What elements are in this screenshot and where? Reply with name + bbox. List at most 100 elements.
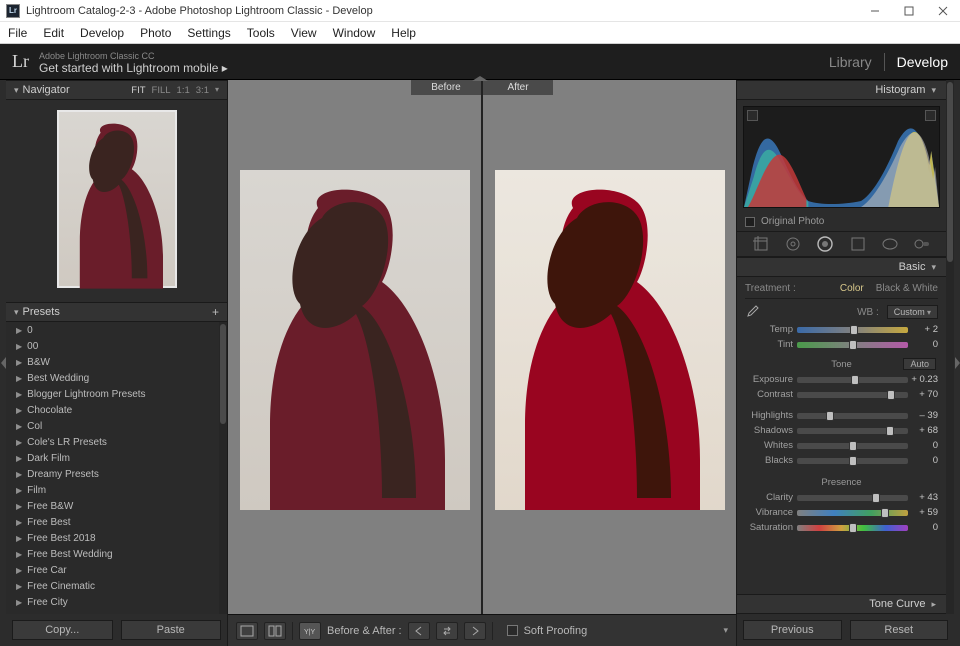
close-button[interactable] — [926, 0, 960, 22]
top-panel-toggle[interactable] — [472, 76, 488, 81]
whites-value[interactable]: 0 — [908, 440, 938, 451]
preset-folder[interactable]: ▶Free Best Wedding — [6, 546, 219, 562]
whites-track[interactable] — [797, 443, 908, 449]
presets-add-icon[interactable]: + — [212, 305, 219, 319]
whites-thumb[interactable] — [849, 441, 857, 451]
navigator-preview[interactable] — [6, 100, 227, 302]
temp-track[interactable] — [797, 327, 908, 333]
highlights-track[interactable] — [797, 413, 908, 419]
preset-folder[interactable]: ▶Cole's LR Presets — [6, 434, 219, 450]
navigator-header[interactable]: ▾ Navigator FIT FILL 1:1 3:1 ▾ — [6, 80, 227, 100]
blacks-thumb[interactable] — [849, 456, 857, 466]
temp-slider[interactable]: Temp+ 2 — [745, 322, 938, 337]
preset-folder[interactable]: ▶Free Best — [6, 514, 219, 530]
original-photo-checkbox[interactable] — [745, 217, 755, 227]
preset-folder[interactable]: ▶Free B&W — [6, 498, 219, 514]
preset-folder[interactable]: ▶Film — [6, 482, 219, 498]
nav-3to1[interactable]: 3:1 — [196, 85, 209, 96]
clarity-slider[interactable]: Clarity+ 43 — [745, 490, 938, 505]
wb-dropper-icon[interactable] — [745, 305, 759, 319]
menu-settings[interactable]: Settings — [179, 22, 238, 43]
contrast-thumb[interactable] — [887, 390, 895, 400]
whites-slider[interactable]: Whites0 — [745, 438, 938, 453]
shadows-value[interactable]: + 68 — [908, 425, 938, 436]
exposure-value[interactable]: + 0.23 — [908, 374, 938, 385]
treatment-bw[interactable]: Black & White — [876, 283, 938, 294]
preset-folder[interactable]: ▶Best Wedding — [6, 370, 219, 386]
module-develop[interactable]: Develop — [885, 54, 960, 70]
menu-window[interactable]: Window — [325, 22, 384, 43]
preset-folder[interactable]: ▶Free City — [6, 594, 219, 610]
highlights-thumb[interactable] — [826, 411, 834, 421]
redeye-tool[interactable] — [815, 234, 835, 254]
nav-fit[interactable]: FIT — [131, 85, 145, 96]
preset-folder[interactable]: ▶Free Cinematic — [6, 578, 219, 594]
saturation-thumb[interactable] — [849, 523, 857, 533]
crop-tool[interactable] — [751, 234, 771, 254]
menu-view[interactable]: View — [283, 22, 325, 43]
wb-dropdown[interactable]: Custom — [887, 305, 938, 319]
contrast-slider[interactable]: Contrast+ 70 — [745, 387, 938, 402]
tonecurve-header[interactable]: Tone Curve ▸ — [737, 594, 946, 614]
highlights-value[interactable]: – 39 — [908, 410, 938, 421]
preset-folder[interactable]: ▶Blogger Lightroom Presets — [6, 386, 219, 402]
clarity-track[interactable] — [797, 495, 908, 501]
presets-scrollbar[interactable] — [219, 322, 227, 614]
paste-button[interactable]: Paste — [121, 620, 222, 640]
vibrance-track[interactable] — [797, 510, 908, 516]
auto-tone-button[interactable]: Auto — [903, 358, 936, 370]
clarity-thumb[interactable] — [872, 493, 880, 503]
soft-proof-checkbox[interactable] — [507, 625, 518, 636]
tint-value[interactable]: 0 — [908, 339, 938, 350]
menu-tools[interactable]: Tools — [239, 22, 283, 43]
shadows-track[interactable] — [797, 428, 908, 434]
histogram-header[interactable]: Histogram ▾ — [737, 80, 946, 100]
menu-develop[interactable]: Develop — [72, 22, 132, 43]
image-viewer[interactable]: Before After — [228, 80, 736, 614]
vibrance-value[interactable]: + 59 — [908, 507, 938, 518]
preset-folder[interactable]: ▶Col — [6, 418, 219, 434]
preset-folder[interactable]: ▶Dreamy Presets — [6, 466, 219, 482]
highlights-slider[interactable]: Highlights– 39 — [745, 408, 938, 423]
preset-folder[interactable]: ▶B&W — [6, 354, 219, 370]
exposure-track[interactable] — [797, 377, 908, 383]
contrast-track[interactable] — [797, 392, 908, 398]
highlight-clipping-icon[interactable] — [925, 110, 936, 121]
histogram[interactable] — [743, 106, 940, 208]
shadow-clipping-icon[interactable] — [747, 110, 758, 121]
saturation-track[interactable] — [797, 525, 908, 531]
menu-file[interactable]: File — [0, 22, 35, 43]
contrast-value[interactable]: + 70 — [908, 389, 938, 400]
preset-folder[interactable]: ▶Chocolate — [6, 402, 219, 418]
clarity-value[interactable]: + 43 — [908, 492, 938, 503]
exposure-slider[interactable]: Exposure+ 0.23 — [745, 372, 938, 387]
radial-filter-tool[interactable] — [880, 234, 900, 254]
preset-folder[interactable]: ▶00 — [6, 338, 219, 354]
blacks-slider[interactable]: Blacks0 — [745, 453, 938, 468]
spot-tool[interactable] — [783, 234, 803, 254]
preset-folder[interactable]: ▶Free Car — [6, 562, 219, 578]
menu-photo[interactable]: Photo — [132, 22, 179, 43]
treatment-color[interactable]: Color — [840, 283, 864, 294]
right-scrollbar[interactable] — [946, 80, 954, 614]
brush-tool[interactable] — [912, 234, 932, 254]
menu-help[interactable]: Help — [383, 22, 424, 43]
maximize-button[interactable] — [892, 0, 926, 22]
presets-header[interactable]: ▾ Presets + — [6, 302, 227, 322]
shadows-thumb[interactable] — [886, 426, 894, 436]
menu-edit[interactable]: Edit — [35, 22, 72, 43]
view-ba-toggle-button[interactable]: Y|Y — [299, 622, 321, 640]
saturation-value[interactable]: 0 — [908, 522, 938, 533]
copy-button[interactable]: Copy... — [12, 620, 113, 640]
preset-folder[interactable]: ▶0 — [6, 322, 219, 338]
graduated-filter-tool[interactable] — [848, 234, 868, 254]
reset-button[interactable]: Reset — [850, 620, 949, 640]
saturation-slider[interactable]: Saturation0 — [745, 520, 938, 535]
right-panel-toggle[interactable] — [954, 80, 960, 646]
ba-swap-button[interactable] — [436, 622, 458, 640]
basic-header[interactable]: Basic ▾ — [737, 257, 946, 277]
exposure-thumb[interactable] — [851, 375, 859, 385]
mobile-cta[interactable]: Get started with Lightroom mobile ▸ — [39, 62, 228, 74]
tint-track[interactable] — [797, 342, 908, 348]
shadows-slider[interactable]: Shadows+ 68 — [745, 423, 938, 438]
